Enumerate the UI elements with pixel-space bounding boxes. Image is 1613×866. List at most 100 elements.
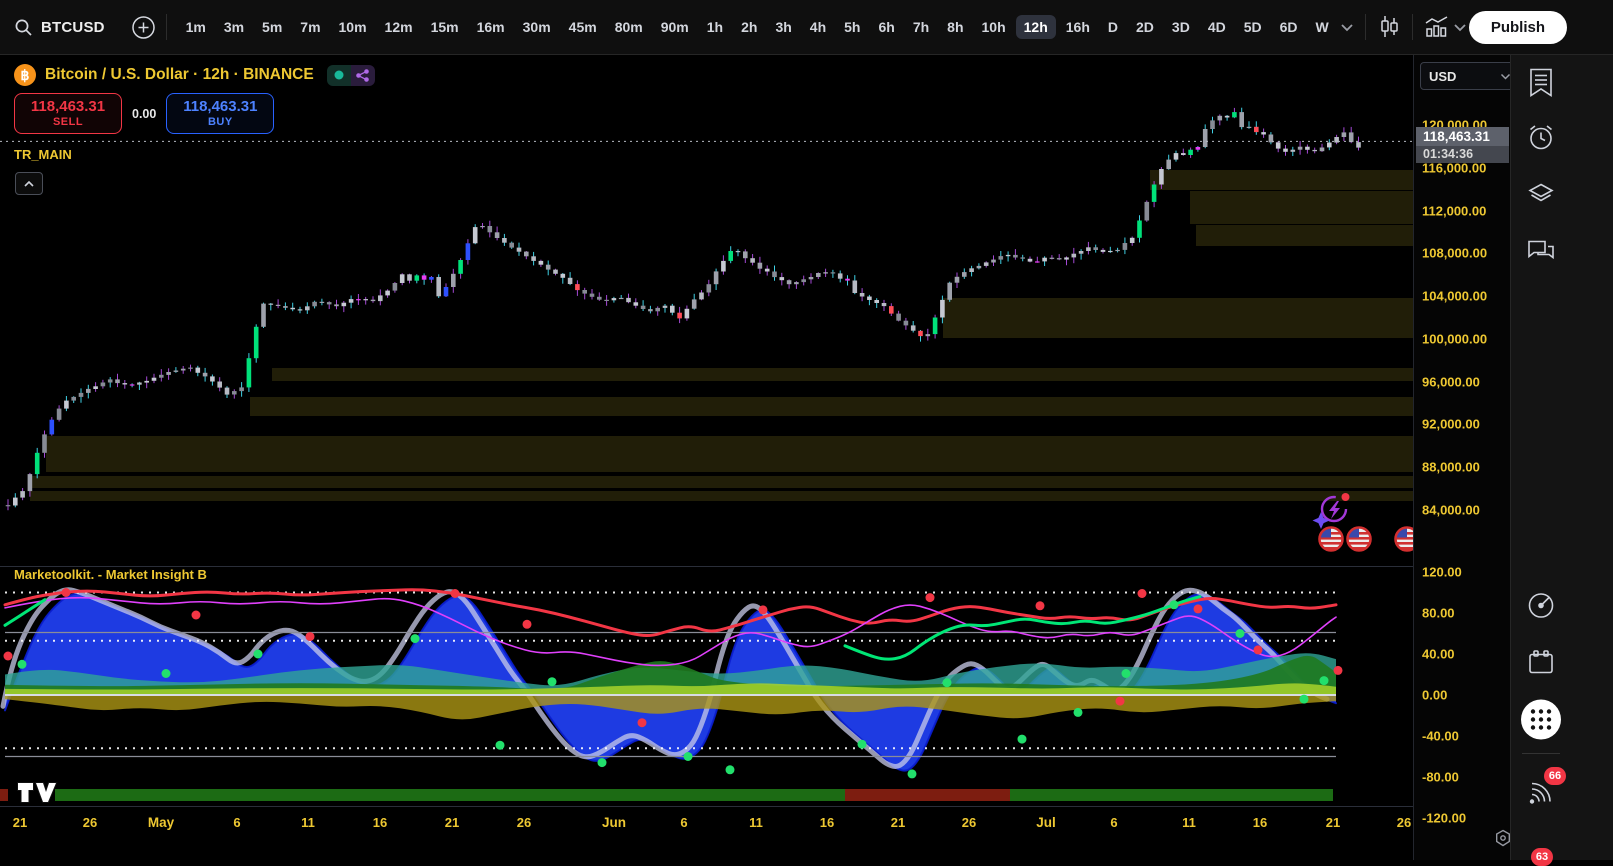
- price-label: 108,000.00: [1422, 245, 1488, 261]
- publish-button[interactable]: Publish: [1468, 10, 1567, 44]
- supply-demand-zone: [1196, 225, 1413, 246]
- timeframe-15m[interactable]: 15m: [423, 15, 467, 39]
- main-indicator-label[interactable]: TR_MAIN: [14, 147, 72, 162]
- candle-style-icon[interactable]: [1376, 14, 1402, 40]
- time-label: 11: [749, 815, 763, 830]
- timeframe-12m[interactable]: 12m: [377, 15, 421, 39]
- timeframe-7m[interactable]: 7m: [292, 15, 328, 39]
- compare-add-icon[interactable]: [131, 15, 156, 40]
- flag-event-icon[interactable]: [1394, 526, 1413, 552]
- flag-event-icon[interactable]: [1318, 526, 1344, 552]
- notification-count-badge[interactable]: 66: [1544, 767, 1566, 785]
- flag-event-icon[interactable]: [1346, 526, 1372, 552]
- status-dot-toggle[interactable]: [326, 64, 351, 86]
- buy-signal-dot: [1121, 669, 1131, 678]
- buy-signal-dot: [161, 669, 171, 678]
- buy-signal-dot: [1319, 676, 1329, 686]
- timeframe-16h[interactable]: 16h: [1058, 15, 1098, 39]
- timeframe-10h[interactable]: 10h: [974, 15, 1014, 39]
- price-axis[interactable]: USD 120,000.00 116,000.00 112,000.00 108,00…: [1413, 55, 1520, 860]
- time-label: 26: [82, 815, 98, 830]
- timeframe-3D[interactable]: 3D: [1164, 15, 1198, 39]
- timeframe-45m[interactable]: 45m: [561, 15, 605, 39]
- buy-label: BUY: [207, 116, 233, 128]
- timeframe-16m[interactable]: 16m: [469, 15, 513, 39]
- time-axis[interactable]: 21 26 May 6 11 16 21 26 Jun 6 11 16 21 26 Jul 6 11 16 21 26: [0, 806, 1413, 860]
- secondary-count-badge[interactable]: 63: [1531, 848, 1553, 866]
- indicators-chart-icon[interactable]: [1423, 14, 1451, 40]
- timeframe-D[interactable]: D: [1100, 15, 1126, 39]
- timeframe-30m[interactable]: 30m: [515, 15, 559, 39]
- timeframe-2D[interactable]: 2D: [1128, 15, 1162, 39]
- currency-dropdown[interactable]: USD: [1420, 62, 1520, 90]
- oscillator-title[interactable]: Marketoolkit. - Market Insight B: [14, 567, 207, 582]
- time-label: 11: [1182, 815, 1196, 830]
- timeframe-6D[interactable]: 6D: [1272, 15, 1306, 39]
- buy-signal-dot: [1169, 600, 1179, 610]
- trend-strip-segment: [845, 789, 1010, 801]
- supply-demand-zone: [250, 397, 1413, 416]
- timeframe-3m[interactable]: 3m: [216, 15, 252, 39]
- symbol-search-button[interactable]: BTCUSD: [14, 18, 105, 37]
- timeframe-5h[interactable]: 5h: [836, 15, 868, 39]
- timeframe-1h[interactable]: 1h: [699, 15, 731, 39]
- green-status-dot-icon: [334, 70, 344, 80]
- spread-value: 0.00: [132, 106, 157, 121]
- buy-signal-dot: [1017, 734, 1027, 744]
- calendar-icon[interactable]: [1526, 649, 1556, 682]
- watchlist-icon[interactable]: [1527, 68, 1555, 103]
- sell-signal-dot: [3, 651, 13, 661]
- buy-price: 118,463.31: [183, 98, 258, 115]
- share-icon[interactable]: [350, 64, 375, 86]
- timeframe-row: 1m 3m 5m 7m 10m 12m 15m 16m 30m 45m 80m 90m 1h 2h 3h 4h…: [177, 15, 1338, 39]
- sell-signal-dot: [1193, 604, 1203, 614]
- sell-signal-dot: [925, 593, 935, 603]
- price-label: 96,000.00: [1422, 374, 1480, 390]
- timeframe-4D[interactable]: 4D: [1200, 15, 1234, 39]
- timeframe-2h[interactable]: 2h: [733, 15, 765, 39]
- symbol-title[interactable]: Bitcoin / U.S. Dollar · 12h · BINANCE: [45, 66, 314, 84]
- timeframe-3h[interactable]: 3h: [767, 15, 799, 39]
- supply-demand-zone: [30, 476, 1413, 488]
- timeframe-80m[interactable]: 80m: [607, 15, 651, 39]
- hotlist-radar-icon[interactable]: [1525, 590, 1557, 627]
- right-sidebar: 66 63: [1510, 55, 1613, 866]
- toolbar-divider: [165, 14, 167, 40]
- oscillator-scale-label: 120.00: [1422, 564, 1462, 580]
- sell-button[interactable]: 118,463.31 SELL: [14, 93, 122, 134]
- timeframe-10m[interactable]: 10m: [331, 15, 375, 39]
- time-label: 16: [819, 815, 835, 830]
- timeframe-W[interactable]: W: [1308, 15, 1337, 39]
- layout-chevron-down-icon[interactable]: [1451, 23, 1469, 32]
- timeframe-1m[interactable]: 1m: [178, 15, 214, 39]
- time-label: 21: [890, 815, 906, 830]
- timeframe-12h[interactable]: 12h: [1015, 15, 1056, 39]
- timeframe-6h[interactable]: 6h: [870, 15, 902, 39]
- chat-icon[interactable]: [1525, 237, 1557, 270]
- symbol-name: BTCUSD: [41, 18, 105, 36]
- timeframe-5D[interactable]: 5D: [1236, 15, 1270, 39]
- apps-grid-menu-icon[interactable]: [1520, 699, 1562, 746]
- time-label: 26: [961, 815, 977, 830]
- buy-button[interactable]: 118,463.31 BUY: [166, 93, 275, 134]
- sell-price: 118,463.31: [30, 98, 106, 115]
- timeframe-7h[interactable]: 7h: [905, 15, 937, 39]
- sell-signal-dot: [61, 588, 71, 597]
- alert-clock-icon[interactable]: [1526, 123, 1556, 158]
- sell-signal-dot: [758, 605, 768, 615]
- timeframe-5m[interactable]: 5m: [254, 15, 290, 39]
- timeframe-4h[interactable]: 4h: [802, 15, 834, 39]
- timeframe-chevron-down-icon[interactable]: [1338, 23, 1356, 32]
- collapse-pane-button[interactable]: [15, 172, 43, 195]
- oscillator-scale-label: -40.00: [1422, 728, 1459, 744]
- time-label: 6: [233, 815, 241, 830]
- oscillator-scale-label: 40.00: [1422, 646, 1455, 662]
- timeframe-90m[interactable]: 90m: [653, 15, 697, 39]
- supply-demand-zone: [1190, 191, 1413, 224]
- timeframe-8h[interactable]: 8h: [939, 15, 971, 39]
- sidebar-divider: [1522, 753, 1560, 754]
- object-tree-layers-icon[interactable]: [1525, 181, 1557, 214]
- trend-strip-segment: [1010, 789, 1333, 801]
- time-label: 16: [372, 815, 388, 830]
- buy-signal-dot: [683, 752, 693, 761]
